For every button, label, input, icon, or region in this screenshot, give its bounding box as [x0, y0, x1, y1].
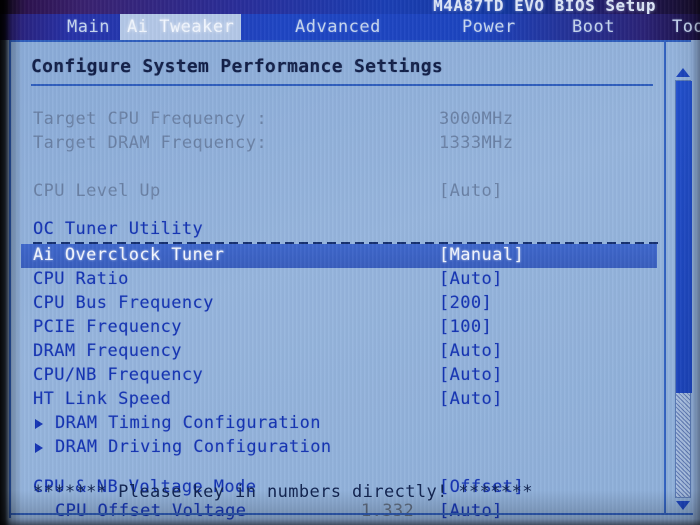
row-value[interactable]: [200] — [439, 293, 492, 313]
row-label: Target DRAM Frequency: — [33, 133, 267, 153]
tab-label: Power — [462, 17, 516, 37]
warning-text: ******* Please key in numbers directly! … — [33, 482, 533, 502]
row-label: CPU Bus Frequency — [33, 293, 214, 313]
settings-row[interactable]: HT Link Speed [Auto] — [21, 388, 657, 412]
row-value[interactable]: [Auto] — [439, 501, 503, 521]
row-value[interactable]: [Auto] — [439, 269, 503, 289]
row-value[interactable]: [100] — [439, 317, 492, 337]
submenu-arrow-icon — [35, 419, 43, 429]
row-measured-value: 1.332 — [361, 501, 415, 521]
row-label: OC Tuner Utility — [33, 219, 204, 239]
row-value[interactable]: 1333MHz — [439, 133, 513, 153]
settings-row[interactable]: Target CPU Frequency : 3000MHz — [21, 108, 657, 132]
tab-label: Boot — [572, 17, 615, 37]
panel-divider-vertical — [664, 42, 666, 514]
bios-screen: M4A87TD EVO BIOS Setup Main Ai Tweaker Adv… — [0, 0, 700, 525]
row-value[interactable]: [Manual] — [439, 245, 524, 265]
content-frame: Configure System Performance Settings Ta… — [9, 40, 693, 521]
tab-main[interactable]: Main — [60, 14, 117, 40]
settings-row[interactable]: PCIE Frequency [100] — [21, 316, 657, 340]
tab-too[interactable]: Too — [665, 14, 700, 40]
row-value[interactable]: [Auto] — [439, 365, 503, 385]
row-value[interactable]: 3000MHz — [439, 109, 513, 129]
row-label: Target CPU Frequency : — [33, 109, 267, 129]
tab-advanced[interactable]: Advanced — [288, 14, 388, 40]
page-title: Configure System Performance Settings — [31, 56, 444, 77]
row-value[interactable]: [Auto] — [439, 389, 503, 409]
submenu-arrow-icon — [35, 443, 43, 453]
panel-divider-bottom — [11, 513, 693, 515]
row-label: DRAM Frequency — [33, 341, 182, 361]
settings-row[interactable]: OC Tuner Utility — [21, 218, 657, 242]
row-label: CPU Level Up — [33, 181, 161, 201]
settings-row[interactable]: CPU Bus Frequency [200] — [21, 292, 657, 316]
settings-row[interactable]: Target DRAM Frequency: 1333MHz — [21, 132, 657, 156]
triangle-down-icon[interactable] — [676, 501, 690, 510]
row-value[interactable]: [Auto] — [439, 341, 503, 361]
tab-power[interactable]: Power — [455, 14, 523, 40]
row-label: HT Link Speed — [33, 389, 172, 409]
tab-ai-tweaker[interactable]: Ai Tweaker — [120, 14, 242, 40]
settings-row[interactable]: DRAM Timing Configuration — [21, 412, 657, 436]
scrollbar-thumb[interactable] — [676, 81, 692, 393]
settings-row[interactable]: Ai Overclock Tuner [Manual] — [21, 244, 657, 268]
settings-row[interactable]: CPU/NB Frequency [Auto] — [21, 364, 657, 388]
settings-row[interactable]: DRAM Driving Configuration — [21, 436, 657, 460]
scrollbar[interactable] — [674, 68, 692, 510]
row-label: DRAM Timing Configuration — [55, 413, 321, 433]
row-label: Ai Overclock Tuner — [33, 245, 225, 265]
tab-label: Too — [672, 17, 700, 37]
window-title: M4A87TD EVO BIOS Setup — [433, 0, 656, 15]
row-label: PCIE Frequency — [33, 317, 182, 337]
tab-boot[interactable]: Boot — [565, 14, 622, 40]
menu-bar[interactable]: Main Ai Tweaker Advanced Power Boot Too — [0, 14, 700, 40]
settings-row[interactable]: CPU Offset Voltage 1.332 [Auto] — [21, 500, 657, 524]
triangle-up-icon[interactable] — [676, 68, 690, 77]
row-label: CPU Offset Voltage — [55, 501, 247, 521]
row-label: DRAM Driving Configuration — [55, 437, 332, 457]
title-divider — [31, 84, 653, 86]
tab-label: Advanced — [295, 17, 381, 37]
settings-row[interactable]: DRAM Frequency [Auto] — [21, 340, 657, 364]
settings-row[interactable]: CPU Ratio [Auto] — [21, 268, 657, 292]
tab-label: Main — [67, 17, 110, 37]
row-label: CPU/NB Frequency — [33, 365, 204, 385]
settings-row[interactable]: CPU Level Up [Auto] — [21, 180, 657, 204]
tab-label: Ai Tweaker — [127, 17, 235, 37]
row-label: CPU Ratio — [33, 269, 129, 289]
row-value[interactable]: [Auto] — [439, 181, 503, 201]
scrollbar-track[interactable] — [675, 80, 692, 498]
